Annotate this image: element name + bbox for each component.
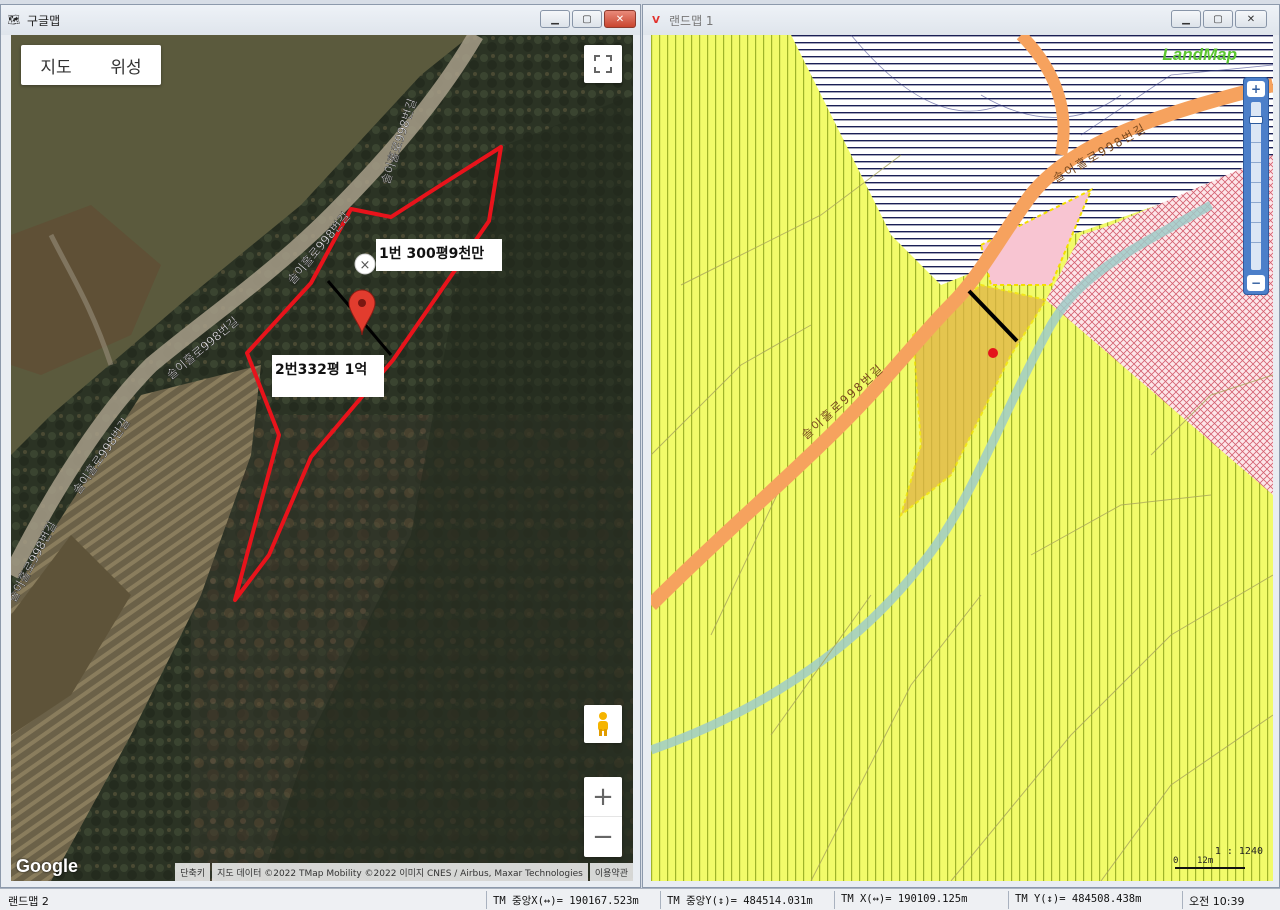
status-tm-x: TM X(↔)= 190109.125m bbox=[834, 891, 1004, 909]
scale-distance: 12m bbox=[1197, 856, 1214, 866]
terms-link[interactable]: 이용약관 bbox=[589, 863, 633, 881]
keyboard-shortcuts-link[interactable]: 단축키 bbox=[175, 863, 211, 881]
map-type-satellite-button[interactable]: 위성 bbox=[110, 53, 141, 78]
zoom-in-button[interactable]: + bbox=[584, 777, 622, 817]
google-map-window: 🗺 구글맵 ▁ ▢ ✕ × 솔이홀로998번길 솔이홀로998번길 솔이홀로99… bbox=[0, 4, 641, 888]
zoom-slider-control: + − bbox=[1243, 77, 1269, 295]
status-tm-y: TM Y(↕)= 484508.438m bbox=[1008, 891, 1178, 909]
status-app-name: 랜드맵 2 bbox=[8, 895, 49, 908]
satellite-imagery: × 솔이홀로998번길 솔이홀로998번길 솔이홀로998번길 솔이홀로998번… bbox=[11, 35, 633, 881]
status-tm-center-y: TM 중앙Y(↕)= 484514.031m bbox=[660, 891, 830, 909]
satellite-map[interactable]: × 솔이홀로998번길 솔이홀로998번길 솔이홀로998번길 솔이홀로998번… bbox=[11, 35, 633, 881]
cadastral-map: 솔이홀로998번길 솔이홀로998번길 bbox=[651, 35, 1273, 881]
lot1-label: 1번 300평9천만 bbox=[376, 239, 502, 271]
zoom-in-button[interactable]: + bbox=[1247, 81, 1265, 97]
map-attribution: 단축키 지도 데이터 ©2022 TMap Mobility ©2022 이미지… bbox=[173, 863, 633, 881]
landmap-window-titlebar[interactable]: V 랜드맵 1 ▁ ▢ ✕ bbox=[643, 5, 1279, 35]
zoom-slider-track[interactable] bbox=[1251, 102, 1261, 270]
landmap-window-title: 랜드맵 1 bbox=[669, 13, 714, 28]
scale-zero: 0 bbox=[1173, 856, 1179, 866]
close-button[interactable]: ✕ bbox=[604, 10, 636, 28]
status-bar: 랜드맵 2 TM 중앙X(↔)= 190167.523m TM 중앙Y(↕)= … bbox=[0, 888, 1280, 910]
landmap-window: V 랜드맵 1 ▁ ▢ ✕ 솔이홀로998번길 솔이홀로998번길 LandMa… bbox=[642, 4, 1280, 888]
app-icon: 🗺 bbox=[7, 14, 21, 26]
zoom-slider-thumb[interactable] bbox=[1249, 116, 1263, 124]
minimize-button[interactable]: ▁ bbox=[540, 10, 570, 28]
street-view-button[interactable] bbox=[584, 705, 622, 743]
zoom-out-button[interactable]: − bbox=[584, 817, 622, 857]
fullscreen-button[interactable] bbox=[584, 45, 622, 83]
info-close-icon[interactable]: × bbox=[354, 253, 376, 275]
minimize-button[interactable]: ▁ bbox=[1171, 10, 1201, 28]
zoom-control: + − bbox=[584, 777, 622, 857]
map-type-map-button[interactable]: 지도 bbox=[40, 53, 71, 78]
map-type-control: 지도 위성 bbox=[21, 45, 161, 85]
scale-bar: 0 12m bbox=[1173, 856, 1245, 869]
landmap-map[interactable]: 솔이홀로998번길 솔이홀로998번길 LandMap + − 1 : 1240… bbox=[651, 35, 1273, 881]
scale-ratio: 1 : 1240 bbox=[1214, 846, 1263, 857]
maximize-button[interactable]: ▢ bbox=[572, 10, 602, 28]
location-marker-icon bbox=[988, 348, 998, 358]
fullscreen-icon bbox=[594, 55, 612, 73]
status-tm-center-x: TM 중앙X(↔)= 190167.523m bbox=[486, 891, 656, 909]
google-logo: Google bbox=[16, 856, 78, 876]
pegman-icon bbox=[598, 712, 608, 736]
lot2-label: 2번332평 1억 bbox=[272, 355, 384, 397]
google-window-title: 구글맵 bbox=[27, 13, 61, 28]
map-data-attribution: 지도 데이터 ©2022 TMap Mobility ©2022 이미지 CNE… bbox=[212, 863, 588, 881]
status-clock: 오전 10:39 bbox=[1182, 891, 1278, 909]
landmap-logo: LandMap bbox=[1162, 45, 1237, 64]
zoom-out-button[interactable]: − bbox=[1247, 275, 1265, 291]
close-button[interactable]: ✕ bbox=[1235, 10, 1267, 28]
maximize-button[interactable]: ▢ bbox=[1203, 10, 1233, 28]
svg-text:×: × bbox=[360, 258, 371, 273]
google-window-titlebar[interactable]: 🗺 구글맵 ▁ ▢ ✕ bbox=[1, 5, 640, 35]
landmap-app-icon: V bbox=[652, 14, 660, 26]
